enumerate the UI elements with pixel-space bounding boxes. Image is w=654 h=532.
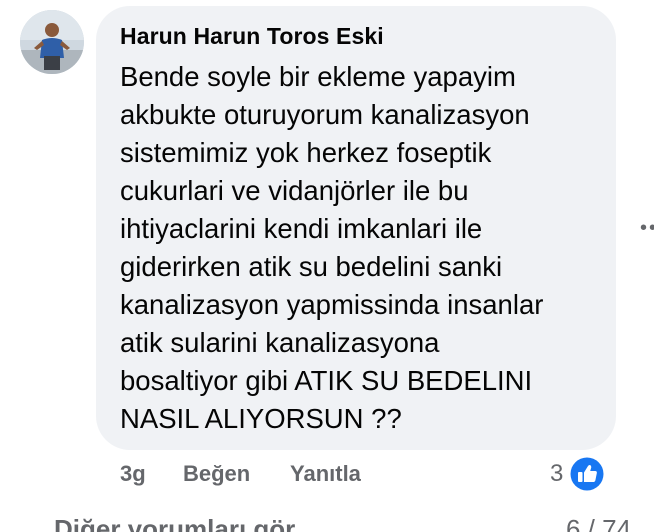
avatar[interactable] <box>20 10 84 74</box>
comment-page-count: 6 / 74 <box>566 514 632 532</box>
comment-text: Bende soyle bir ekleme yapayim akbukte o… <box>120 61 544 434</box>
like-button[interactable]: Beğen <box>183 459 250 489</box>
reply-button[interactable]: Yanıtla <box>290 459 361 489</box>
comment-author[interactable]: Harun Harun Toros Eski <box>120 23 384 50</box>
view-more-comments-link[interactable]: Diğer yorumları gör <box>54 512 295 532</box>
reaction-count: 3 <box>550 460 564 487</box>
comment-timestamp[interactable]: 3g <box>120 459 146 489</box>
comment-bubble: Harun Harun Toros Eski Bende soyle bir e… <box>96 6 616 450</box>
like-thumb-icon <box>569 456 605 492</box>
comment-thread: Harun Harun Toros Eski Bende soyle bir e… <box>0 0 654 532</box>
more-dots-icon[interactable]: •• <box>640 218 654 238</box>
avatar-photo <box>20 10 84 74</box>
